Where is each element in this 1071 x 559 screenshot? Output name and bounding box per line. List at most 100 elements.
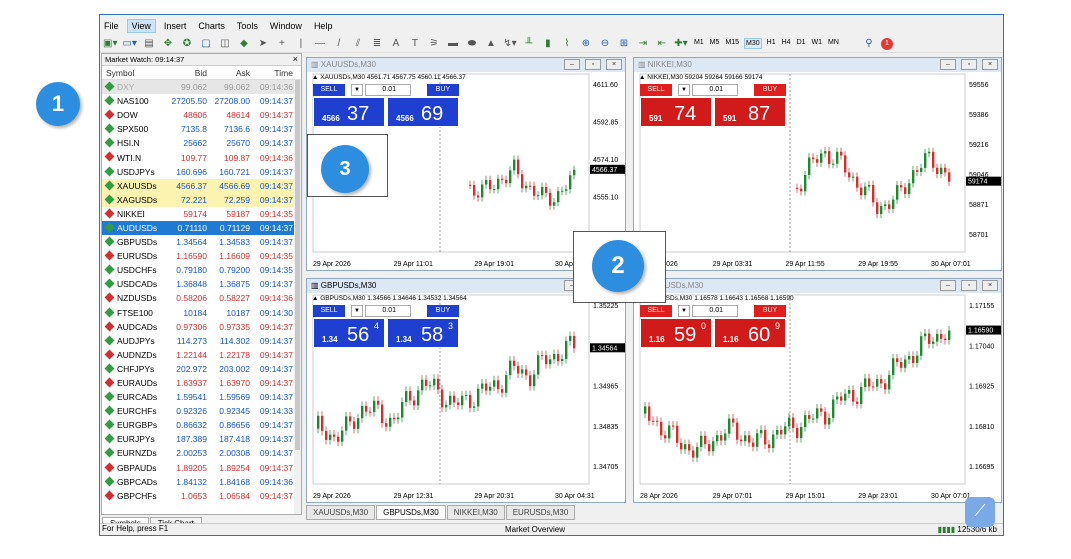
timeframe-m5[interactable]: M5 xyxy=(709,38,721,49)
market-row[interactable]: AUDUSDs 0.71110 0.71129 09:14:37 xyxy=(102,220,301,236)
triangle-icon[interactable]: ▲ xyxy=(484,36,498,52)
sell-button[interactable]: SELL xyxy=(313,84,345,96)
market-row[interactable]: EURJPYs 187.389 187.418 09:14:37 xyxy=(102,432,301,446)
sell-price[interactable]: 591 74 xyxy=(640,97,712,127)
buy-button[interactable]: BUY xyxy=(754,84,786,96)
chevron-down-icon[interactable]: ▼ xyxy=(351,84,363,96)
strategy-tester-icon[interactable]: ◫ xyxy=(218,36,232,52)
market-row[interactable]: DOW 48606 48614 09:14:37 xyxy=(102,108,301,122)
sell-button[interactable]: SELL xyxy=(640,84,672,96)
buy-price[interactable]: 1.34 58 3 xyxy=(387,318,459,348)
market-row[interactable]: USDJPYs 160.696 160.721 09:14:37 xyxy=(102,165,301,179)
sell-price[interactable]: 1.16 59 0 xyxy=(640,318,712,348)
tile-windows-icon[interactable]: ⊞ xyxy=(617,36,631,52)
market-row[interactable]: EURNZDs 2.00253 2.00308 09:14:37 xyxy=(102,446,301,460)
close-icon[interactable]: × xyxy=(293,54,298,64)
buy-button[interactable]: BUY xyxy=(427,305,459,317)
lot-size-input[interactable]: 0.01 xyxy=(365,305,411,317)
maximize-icon[interactable]: ▫ xyxy=(961,280,977,291)
market-row[interactable]: XAUUSDs 4566.37 4566.69 09:14:37 xyxy=(102,178,301,193)
data-window-icon[interactable]: ✪ xyxy=(180,36,194,52)
chart-tab[interactable]: XAUUSDs,M30 xyxy=(306,505,376,520)
trendline-icon[interactable]: / xyxy=(332,36,346,52)
vertical-line-icon[interactable]: | xyxy=(294,36,308,52)
horizontal-line-icon[interactable]: — xyxy=(313,36,327,52)
search-icon[interactable]: ⚲ xyxy=(862,36,876,52)
line-chart-icon[interactable]: ⌇ xyxy=(560,36,574,52)
market-row[interactable]: AUDCADs 0.97306 0.97335 09:14:37 xyxy=(102,320,301,334)
timeframe-h1[interactable]: H1 xyxy=(766,38,777,49)
buy-price[interactable]: 4566 69 xyxy=(387,97,459,127)
timeframe-m30[interactable]: M30 xyxy=(744,38,762,49)
market-row[interactable]: EURCADs 1.59541 1.59569 09:14:37 xyxy=(102,390,301,404)
sell-price[interactable]: 4566 37 xyxy=(313,97,385,127)
market-row[interactable]: GBPUSDs 1.34564 1.34583 09:14:37 xyxy=(102,235,301,249)
timeframe-d1[interactable]: D1 xyxy=(796,38,807,49)
lot-size-input[interactable]: 0.01 xyxy=(365,84,411,96)
close-icon[interactable]: × xyxy=(982,280,998,291)
market-row[interactable]: EURAUDs 1.63937 1.63970 09:14:37 xyxy=(102,376,301,390)
market-row[interactable]: GBPCHFs 1.0653 1.06584 09:14:37 xyxy=(102,489,301,503)
chevron-down-icon[interactable]: ▼ xyxy=(678,84,690,96)
minimize-icon[interactable]: – xyxy=(564,59,580,70)
market-row[interactable]: DXY 99.062 99.062 09:14:36 xyxy=(102,80,301,95)
autoscroll-icon[interactable]: ⇥ xyxy=(636,36,650,52)
maximize-icon[interactable]: ▫ xyxy=(585,59,601,70)
lot-size-input[interactable]: 0.01 xyxy=(692,84,738,96)
fibo-fan-icon[interactable]: ⚞ xyxy=(427,36,441,52)
market-row[interactable]: USDCHFs 0.79180 0.79200 09:14:35 xyxy=(102,263,301,277)
sell-button[interactable]: SELL xyxy=(313,305,345,317)
zoom-out-icon[interactable]: ⊖ xyxy=(598,36,612,52)
chart-tab[interactable]: GBPUSDs,M30 xyxy=(376,505,446,520)
menu-charts[interactable]: Charts xyxy=(194,20,229,32)
menu-tools[interactable]: Tools xyxy=(233,20,262,32)
profiles-icon[interactable]: ▭▾ xyxy=(122,36,136,52)
terminal-icon[interactable]: ▢ xyxy=(199,36,213,52)
chart-title-bar[interactable]: ▥ EURUSDs,M30–▫× xyxy=(634,279,1001,293)
close-icon[interactable]: × xyxy=(982,59,998,70)
buy-price[interactable]: 1.16 60 9 xyxy=(714,318,786,348)
market-row[interactable]: NIKKEI 59174 59187 09:14:35 xyxy=(102,207,301,221)
chevron-down-icon[interactable]: ▼ xyxy=(351,305,363,317)
label-icon[interactable]: T xyxy=(408,36,422,52)
rectangle-icon[interactable]: ▬ xyxy=(446,36,460,52)
menu-file[interactable]: File xyxy=(100,20,123,32)
notification-icon[interactable]: 1 xyxy=(880,37,893,50)
sell-price[interactable]: 1.34 56 4 xyxy=(313,318,385,348)
col-bid[interactable]: Bid xyxy=(164,68,207,78)
buy-button[interactable]: BUY xyxy=(754,305,786,317)
maximize-icon[interactable]: ▫ xyxy=(961,59,977,70)
col-time[interactable]: Time xyxy=(250,68,295,78)
menu-insert[interactable]: Insert xyxy=(160,20,191,32)
market-row[interactable]: CHFJPYs 202.972 203.002 09:14:37 xyxy=(102,362,301,376)
buy-price[interactable]: 591 87 xyxy=(714,97,786,127)
arrows-icon[interactable]: ↯▾ xyxy=(503,36,517,52)
menu-window[interactable]: Window xyxy=(266,20,306,32)
timeframe-m15[interactable]: M15 xyxy=(724,38,740,49)
menu-help[interactable]: Help xyxy=(310,20,337,32)
market-row[interactable]: EURGBPs 0.86632 0.86656 09:14:37 xyxy=(102,418,301,432)
minimize-icon[interactable]: – xyxy=(940,280,956,291)
bar-chart-icon[interactable]: ╨ xyxy=(522,36,536,52)
ellipse-icon[interactable]: ⬬ xyxy=(465,36,479,52)
market-row[interactable]: EURUSDs 1.16590 1.16609 09:14:35 xyxy=(102,249,301,263)
market-row[interactable]: FTSE100 10184 10187 09:14:30 xyxy=(102,306,301,320)
col-symbol[interactable]: Symbol xyxy=(102,68,164,78)
market-row[interactable]: AUDJPYs 114.273 114.302 09:14:37 xyxy=(102,334,301,348)
cursor-icon[interactable]: ➤ xyxy=(256,36,270,52)
timeframe-mn[interactable]: MN xyxy=(827,38,840,49)
market-row[interactable]: NZDUSDs 0.58206 0.58227 09:14:36 xyxy=(102,291,301,305)
navigator-icon[interactable]: ✥ xyxy=(161,36,175,52)
chevron-down-icon[interactable]: ▼ xyxy=(678,305,690,317)
timeframe-m1[interactable]: M1 xyxy=(693,38,705,49)
chart-tab[interactable]: EURUSDs,M30 xyxy=(505,505,576,520)
market-row[interactable]: USDCADs 1.36848 1.36875 09:14:37 xyxy=(102,277,301,291)
chart-window[interactable]: ▥ NIKKEI,M30– ▫ × 59556 59386 59216 59046 58871… xyxy=(633,57,1002,271)
market-row[interactable]: XAGUSDs 72.221 72.259 09:14:37 xyxy=(102,192,301,207)
chart-shift-icon[interactable]: ⇤ xyxy=(655,36,669,52)
col-ask[interactable]: Ask xyxy=(207,68,250,78)
candle-chart-icon[interactable]: ▮ xyxy=(541,36,555,52)
crosshair-icon[interactable]: + xyxy=(275,36,289,52)
chart-tab[interactable]: NIKKEI,M30 xyxy=(446,505,505,520)
market-row[interactable]: WTI.N 109.77 109.87 09:14:36 xyxy=(102,150,301,164)
